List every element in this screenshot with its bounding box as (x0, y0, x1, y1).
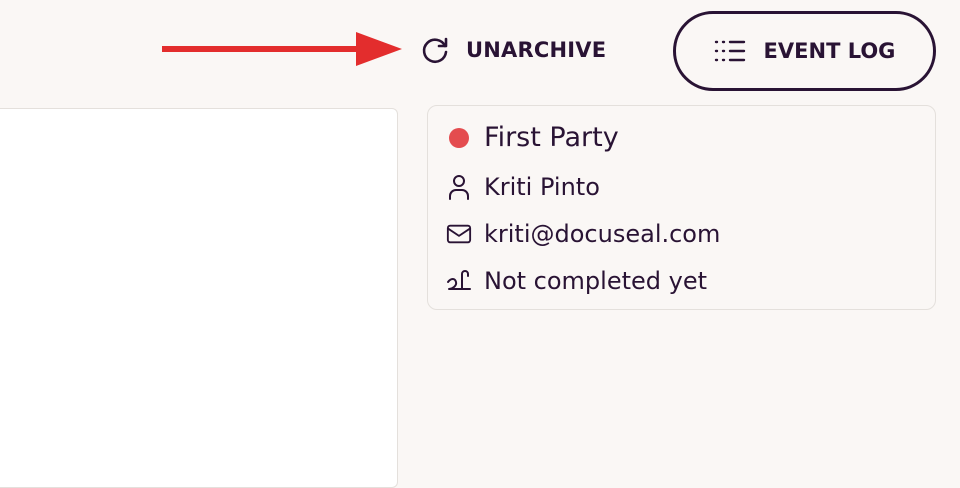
refresh-icon (418, 33, 452, 67)
user-icon (446, 174, 472, 200)
unarchive-button[interactable]: UNARCHIVE (412, 30, 612, 70)
unarchive-label: UNARCHIVE (466, 38, 607, 62)
signer-name: Kriti Pinto (484, 173, 600, 201)
party-name: First Party (484, 122, 619, 153)
signature-status: Not completed yet (484, 267, 708, 295)
event-log-label: EVENT LOG (763, 39, 896, 63)
email-row: kriti@docuseal.com (446, 220, 720, 248)
annotation-arrow (162, 32, 402, 66)
signer-name-row: Kriti Pinto (446, 173, 600, 201)
document-preview-panel (0, 108, 398, 488)
mail-icon (446, 221, 472, 247)
list-icon (714, 37, 746, 65)
status-dot-icon (449, 127, 469, 148)
party-name-row: First Party (446, 122, 619, 153)
party-details-card: First Party Kriti Pinto kriti@docuseal.c… (427, 105, 936, 310)
signature-icon (446, 268, 472, 294)
event-log-button[interactable]: EVENT LOG (673, 11, 936, 91)
signer-email: kriti@docuseal.com (484, 220, 721, 248)
status-row: Not completed yet (446, 267, 707, 295)
